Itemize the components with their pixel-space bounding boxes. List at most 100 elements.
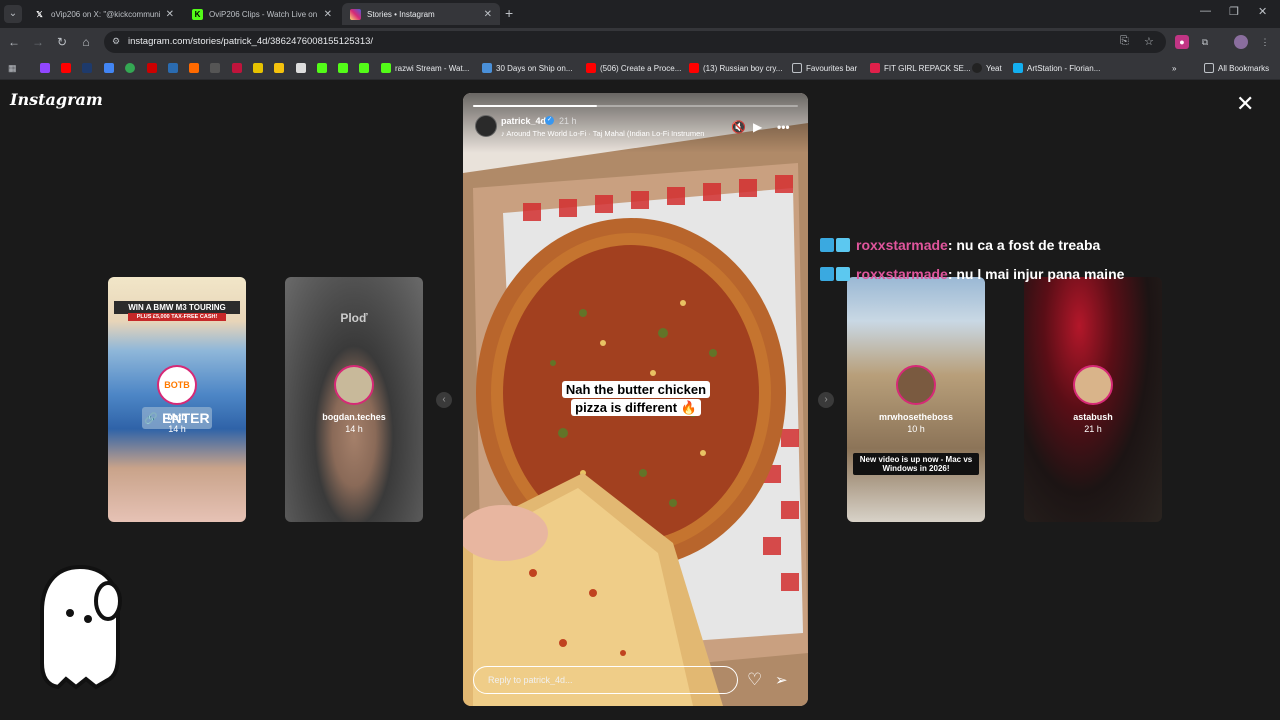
bookmark-icon[interactable] (296, 63, 306, 73)
bookmark-label: All Bookmarks (1218, 63, 1270, 73)
kick-icon (381, 63, 391, 73)
bookmark-label: razwi Stream - Wat... (395, 63, 470, 73)
reply-input[interactable] (474, 667, 737, 693)
avatar[interactable] (475, 115, 497, 137)
story-username: astabush (1073, 412, 1113, 422)
forward-icon[interactable]: → (30, 34, 46, 50)
story-username: botb (167, 412, 187, 422)
bookmark-label: 30 Days on Ship on... (496, 63, 573, 73)
avatar (1073, 365, 1113, 405)
story-preview-mrwhosetheboss[interactable]: mrwhosetheboss 10 h New video is up now … (847, 277, 985, 522)
chat-username: roxxstarmade (856, 237, 948, 253)
share-send-icon[interactable]: ➢ (775, 671, 788, 689)
bookmark-item[interactable]: razwi Stream - Wat... (381, 60, 469, 76)
browser-toolbar: ← → ↻ ⌂ ⚙ instagram.com/stories/patrick_… (0, 28, 1280, 56)
youtube-icon[interactable] (61, 63, 71, 73)
profile-avatar[interactable] (1234, 35, 1248, 49)
reload-icon[interactable]: ↻ (54, 34, 70, 50)
ghost-mascot-icon (40, 564, 122, 690)
restore-icon[interactable]: ❐ (1229, 5, 1239, 18)
bookmark-item[interactable]: (506) Create a Proce... (586, 60, 681, 76)
bookmark-icon[interactable] (210, 63, 220, 73)
bookmark-item[interactable]: 30 Days on Ship on... (482, 60, 573, 76)
site-info-icon[interactable]: ⚙ (112, 36, 120, 47)
avatar: BOTB (157, 365, 197, 405)
story-preview-astabush[interactable]: astabush 21 h (1024, 277, 1162, 522)
bookmark-star-icon[interactable]: ☆ (1144, 35, 1154, 48)
home-icon[interactable]: ⌂ (78, 34, 94, 50)
kick-icon[interactable] (359, 63, 369, 73)
bookmark-item[interactable]: Yeat (972, 60, 1002, 76)
close-tab-icon[interactable]: ✕ (484, 9, 492, 20)
twitch-icon[interactable] (40, 63, 50, 73)
story-time: 14 h (345, 424, 363, 434)
tab-x[interactable]: 𝕏 oVip206 on X: "@kickcommuni ✕ (26, 3, 182, 25)
story-music[interactable]: ♪ Around The World Lo-Fi · Taj Mahal (In… (501, 129, 704, 138)
close-icon[interactable]: ✕ (1236, 93, 1254, 115)
install-app-icon[interactable]: ⎘ (1120, 35, 1129, 48)
close-window-icon[interactable]: ✕ (1258, 5, 1267, 18)
back-icon[interactable]: ← (6, 34, 22, 50)
bookmark-item[interactable]: ArtStation - Florian... (1013, 60, 1100, 76)
all-bookmarks[interactable]: All Bookmarks (1204, 60, 1269, 76)
tab-title: Stories • Instagram (367, 9, 435, 19)
bookmark-icon[interactable] (168, 63, 178, 73)
story-username[interactable]: patrick_4d (501, 116, 546, 126)
bookmark-icon (972, 63, 982, 73)
story-time: 10 h (907, 424, 925, 434)
folder-icon (1204, 63, 1214, 73)
caption-line-2: pizza is different 🔥 (571, 399, 701, 416)
bookmark-label: (13) Russian boy cry... (703, 63, 783, 73)
verified-badge-icon: ✓ (545, 116, 554, 125)
story-preview-bogdan[interactable]: Ploď bogdan.teches 14 h (285, 277, 423, 522)
bookmark-icon[interactable] (104, 63, 114, 73)
maps-icon[interactable] (125, 63, 135, 73)
avatar (334, 365, 374, 405)
close-tab-icon[interactable]: ✕ (166, 9, 174, 20)
bookmark-icon[interactable] (82, 63, 92, 73)
bookmark-label: (506) Create a Proce... (600, 63, 682, 73)
more-options-icon[interactable]: ••• (777, 120, 790, 134)
story-preview-botb[interactable]: WIN A BMW M3 TOURING PLUS £5,000 TAX-FRE… (108, 277, 246, 522)
new-tab-button[interactable]: + (505, 5, 513, 21)
tab-instagram[interactable]: Stories • Instagram ✕ (342, 3, 500, 25)
tab-search-button[interactable]: ⌄ (4, 5, 22, 23)
bookmark-icon[interactable] (189, 63, 199, 73)
minimize-icon[interactable]: — (1200, 5, 1211, 17)
bookmark-label: FIT GIRL REPACK SE... (884, 63, 971, 73)
play-icon[interactable]: ▶ (753, 120, 762, 134)
like-heart-icon[interactable]: ♡ (747, 670, 762, 690)
story-time: 14 h (168, 424, 186, 434)
bookmark-icon[interactable] (147, 63, 157, 73)
bookmark-icon[interactable] (232, 63, 242, 73)
kick-icon[interactable] (338, 63, 348, 73)
caption-line-1: Nah the butter chicken (561, 381, 711, 398)
menu-kebab-icon[interactable]: ⋮ (1258, 35, 1272, 49)
previous-story-arrow-icon[interactable]: ‹ (436, 392, 452, 408)
story-username: bogdan.teches (322, 412, 386, 422)
url-text[interactable]: instagram.com/stories/patrick_4d/3862476… (128, 36, 373, 47)
bookmark-icon[interactable] (274, 63, 284, 73)
bookmark-label: Favourites bar (806, 63, 858, 73)
chat-badge-icon (820, 267, 834, 281)
close-tab-icon[interactable]: ✕ (324, 9, 332, 20)
bookmark-icon[interactable] (253, 63, 263, 73)
apps-grid-icon[interactable]: ▦ (8, 63, 18, 73)
more-bookmarks-icon[interactable]: » (1172, 60, 1176, 76)
current-story[interactable]: patrick_4d ✓ 21 h ♪ Around The World Lo-… (463, 93, 808, 706)
kick-icon[interactable] (317, 63, 327, 73)
instagram-logo[interactable]: Instagram (10, 90, 103, 109)
address-bar[interactable]: ⚙ instagram.com/stories/patrick_4d/38624… (104, 31, 1166, 53)
bookmark-item[interactable]: (13) Russian boy cry... (689, 60, 782, 76)
tab-kick[interactable]: K OviP206 Clips - Watch Live on ✕ (184, 3, 340, 25)
mute-icon[interactable]: 🔇 (731, 120, 746, 134)
next-story-arrow-icon[interactable]: › (818, 392, 834, 408)
extension-icon[interactable]: ● (1175, 35, 1189, 49)
browser-tab-bar: ⌄ 𝕏 oVip206 on X: "@kickcommuni ✕ K OviP… (0, 0, 1280, 28)
bookmark-folder[interactable]: Favourites bar (792, 60, 857, 76)
extensions-puzzle-icon[interactable]: ⧉ (1198, 35, 1212, 49)
chat-message: roxxstarmade : nu ca a fost de treaba (820, 237, 1100, 253)
tab-title: oVip206 on X: "@kickcommuni (51, 9, 161, 19)
bookmark-item[interactable]: FIT GIRL REPACK SE... (870, 60, 971, 76)
reply-field[interactable] (473, 666, 738, 694)
